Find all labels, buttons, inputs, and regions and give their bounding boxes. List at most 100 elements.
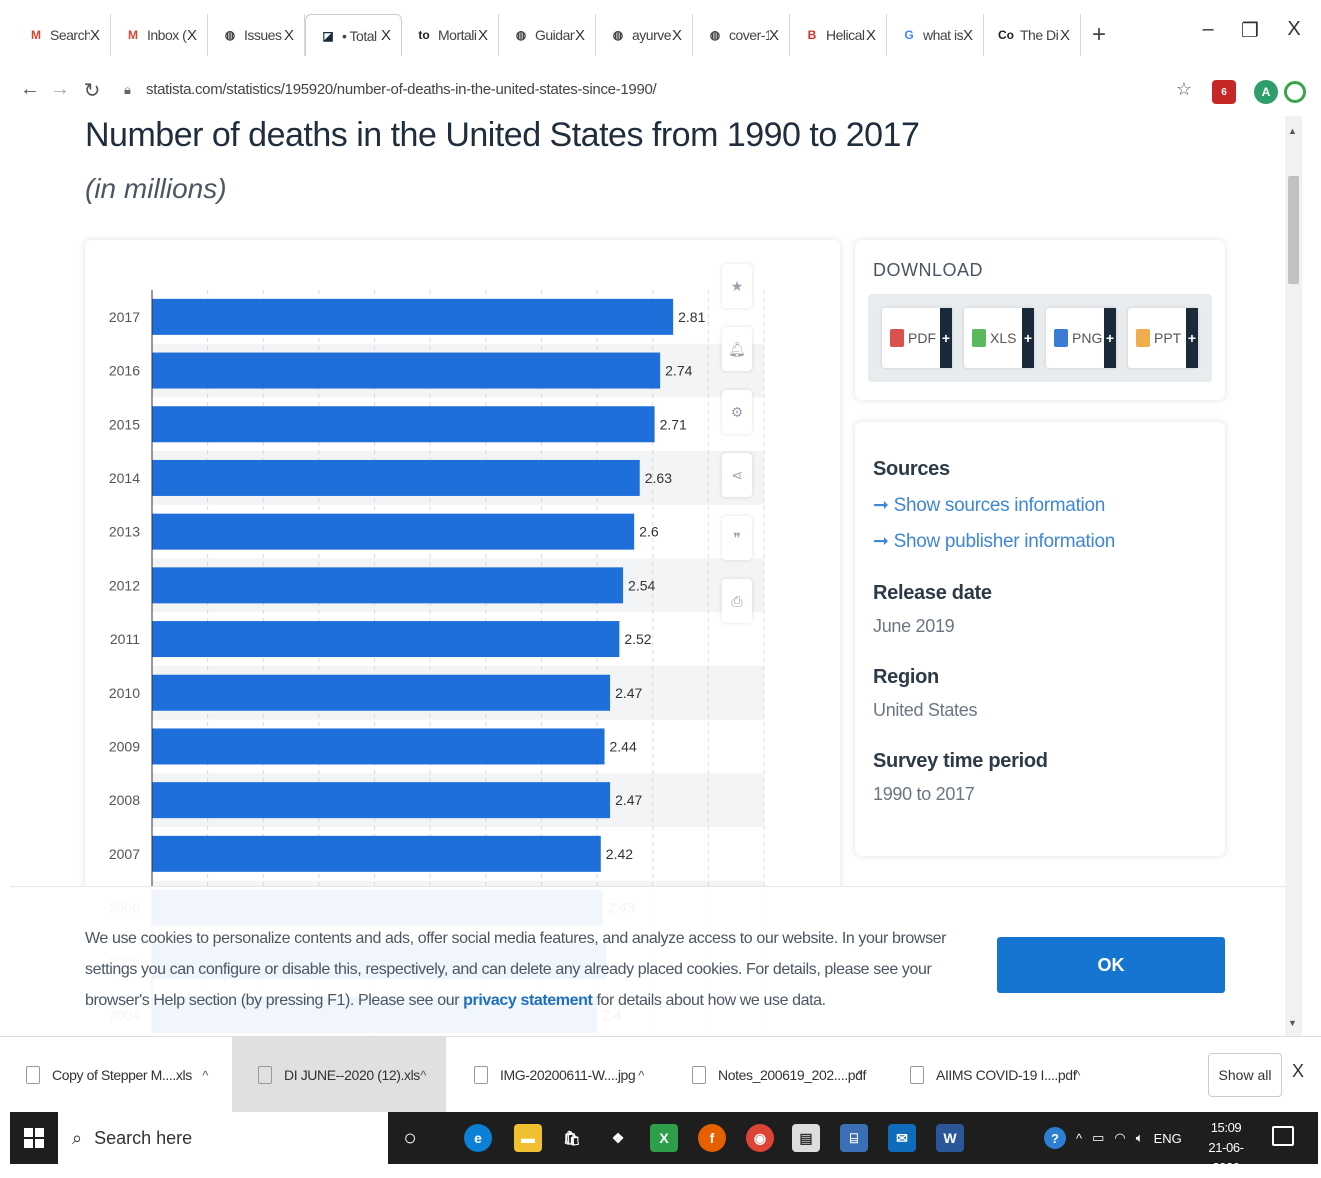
system-tray: ? ^ ▭ ◠ 🔈︎ ENG	[1044, 1112, 1182, 1164]
tab-1[interactable]: M Search X	[14, 14, 111, 56]
tab-9[interactable]: B Helical X	[790, 14, 887, 56]
bookmark-star-icon[interactable]: ☆	[1172, 79, 1196, 100]
tab-close-icon[interactable]: X	[672, 27, 682, 44]
download-ppt-button[interactable]: PPT +	[1128, 308, 1198, 368]
tab-8[interactable]: ◍ cover-1 X	[693, 14, 790, 56]
store-icon[interactable]: 🛍︎	[558, 1124, 586, 1152]
tab-7[interactable]: ◍ ayurve X	[596, 14, 693, 56]
download-item[interactable]: AIIMS COVID-19 I....pdf ^	[884, 1037, 1100, 1113]
quote-icon[interactable]: ❞	[722, 516, 752, 560]
mail-icon[interactable]: ✉	[888, 1124, 916, 1152]
tab-close-icon[interactable]: X	[187, 27, 197, 44]
show-sources-link[interactable]: ➞ Show sources information	[873, 494, 1105, 517]
chevron-up-icon[interactable]: ^	[420, 1068, 426, 1083]
close-window-button[interactable]: X	[1274, 18, 1314, 41]
help-icon[interactable]: ?	[1044, 1127, 1066, 1149]
download-png-button[interactable]: PNG +	[1046, 308, 1116, 368]
download-item[interactable]: IMG-20200611-W....jpg ^	[448, 1037, 664, 1113]
chrome-icon[interactable]: ◉	[746, 1124, 774, 1152]
tab-2[interactable]: M Inbox (X	[111, 14, 208, 56]
maximize-button[interactable]: ❐	[1230, 18, 1270, 43]
cortana-icon[interactable]: ○	[396, 1124, 424, 1152]
tab-close-icon[interactable]: X	[90, 27, 100, 44]
download-item[interactable]: Notes_200619_202....pdf ^	[666, 1037, 882, 1113]
tab-5[interactable]: to Mortali X	[402, 14, 499, 56]
y-tick-label: 2013	[109, 524, 140, 540]
globe-icon: ◍	[224, 28, 236, 42]
download-pdf-button[interactable]: PDF +	[882, 308, 952, 368]
network-icon[interactable]: ⌸	[840, 1124, 868, 1152]
dropbox-icon[interactable]: ❖	[604, 1124, 632, 1152]
firefox-icon[interactable]: f	[698, 1124, 726, 1152]
forward-arrow-icon[interactable]: →	[48, 78, 72, 101]
tab-close-icon[interactable]: X	[963, 27, 973, 44]
bell-icon[interactable]: 🔔︎	[722, 327, 752, 371]
clock[interactable]: 15:09 21-06-2020	[1196, 1118, 1256, 1178]
tab-close-icon[interactable]: X	[1060, 27, 1070, 44]
lock-icon[interactable]: 🔒︎	[124, 82, 131, 98]
tab-close-icon[interactable]: X	[575, 27, 585, 44]
profile-avatar[interactable]: A	[1254, 80, 1278, 104]
show-publisher-link[interactable]: ➞ Show publisher information	[873, 530, 1115, 553]
chevron-up-icon[interactable]: ^	[1074, 1068, 1080, 1083]
notification-icon[interactable]	[1272, 1126, 1294, 1146]
taskbar-search-placeholder: Search here	[94, 1127, 193, 1148]
tray-chevron-icon[interactable]: ^	[1076, 1131, 1082, 1146]
close-shelf-button[interactable]: X	[1292, 1061, 1304, 1082]
chevron-up-icon[interactable]: ^	[856, 1068, 862, 1083]
scroll-up-arrow-icon[interactable]: ▲	[1288, 126, 1297, 136]
download-title: DOWNLOAD	[873, 260, 984, 280]
data-label: 2.6	[639, 524, 659, 540]
download-item-name: DI JUNE--2020 (12).xls	[284, 1067, 420, 1083]
cookie-ok-button[interactable]: OK	[997, 937, 1225, 993]
tab-close-icon[interactable]: X	[381, 27, 391, 44]
chevron-up-icon[interactable]: ^	[638, 1068, 644, 1083]
file-explorer-icon[interactable]: ▬	[514, 1124, 542, 1152]
scroll-down-arrow-icon[interactable]: ▼	[1288, 1018, 1297, 1028]
tab-4[interactable]: ◪ • Total X	[305, 14, 402, 56]
language-indicator[interactable]: ENG	[1154, 1131, 1182, 1146]
tab-close-icon[interactable]: X	[769, 27, 779, 44]
windows-start-icon[interactable]	[10, 1112, 58, 1164]
image-file-icon	[474, 1066, 488, 1084]
extension-icon[interactable]: 6	[1212, 80, 1236, 104]
share-icon[interactable]: ⋖	[722, 453, 752, 497]
star-icon[interactable]: ★	[722, 264, 752, 308]
download-item[interactable]: Copy of Stepper M....xls ^	[0, 1037, 228, 1113]
reload-icon[interactable]: ↻	[80, 78, 104, 103]
tab-close-icon[interactable]: X	[284, 27, 294, 44]
tab-6[interactable]: ◍ Guidan X	[499, 14, 596, 56]
edge-icon[interactable]: e	[464, 1124, 492, 1152]
download-item[interactable]: DI JUNE--2020 (12).xls ^	[232, 1037, 446, 1113]
chevron-up-icon[interactable]: ^	[202, 1068, 208, 1083]
tab-close-icon[interactable]: X	[478, 27, 488, 44]
wifi-icon[interactable]: ◠	[1114, 1130, 1125, 1146]
globe-icon: ◍	[515, 28, 527, 42]
tab-close-icon[interactable]: X	[866, 27, 876, 44]
notepad-icon[interactable]: ▤	[792, 1124, 820, 1152]
tab-10[interactable]: Gwhat is X	[887, 14, 984, 56]
tab-label: The Di	[1020, 27, 1059, 43]
battery-icon[interactable]: ▭	[1092, 1130, 1104, 1146]
minimize-button[interactable]: –	[1188, 18, 1228, 41]
excel-icon[interactable]: X	[650, 1124, 678, 1152]
bar	[152, 782, 611, 819]
scroll-thumb[interactable]	[1288, 176, 1299, 284]
download-buttons: PDF + XLS + PNG + PPT +	[868, 294, 1212, 382]
png-file-icon	[1054, 329, 1068, 347]
page-scrollbar[interactable]: ▲ ▼	[1285, 116, 1302, 1036]
taskbar-search[interactable]: ⌕ Search here	[58, 1112, 388, 1164]
new-tab-button[interactable]: +	[1081, 14, 1117, 56]
print-icon[interactable]: ⎙	[722, 579, 752, 623]
extension-circle-icon[interactable]	[1284, 81, 1306, 103]
word-icon[interactable]: W	[936, 1124, 964, 1152]
gear-icon[interactable]: ⚙	[722, 390, 752, 434]
privacy-statement-link[interactable]: privacy statement	[463, 992, 593, 1009]
volume-icon[interactable]: 🔈︎	[1136, 1130, 1144, 1146]
download-xls-button[interactable]: XLS +	[964, 308, 1034, 368]
back-arrow-icon[interactable]: ←	[18, 78, 42, 101]
tab-3[interactable]: ◍ Issues X	[208, 14, 305, 56]
show-all-button[interactable]: Show all	[1208, 1053, 1282, 1097]
tab-11[interactable]: Co The Di X	[984, 14, 1081, 56]
url-field[interactable]: statista.com/statistics/195920/number-of…	[146, 81, 657, 98]
